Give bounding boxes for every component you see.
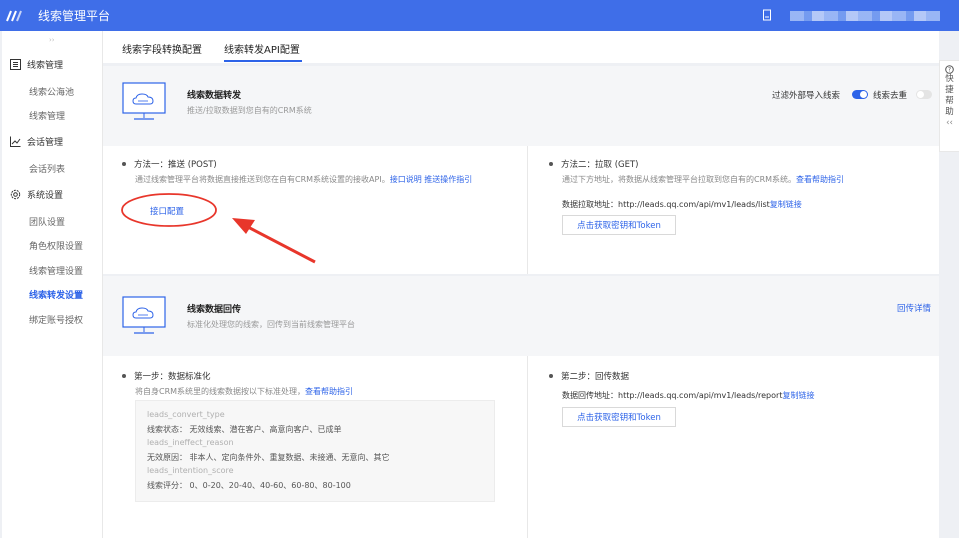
callback-header (103, 276, 939, 356)
nav-item-lead-forward-settings[interactable]: 线索转发设置 (29, 288, 83, 301)
copy-pull-url-link[interactable]: 复制链接 (770, 200, 802, 209)
step2-heading: 第二步：回传数据 (549, 370, 629, 382)
chart-line-icon (10, 136, 21, 147)
nav-item-team-settings[interactable]: 团队设置 (29, 215, 65, 228)
dedupe-toggle[interactable] (916, 90, 932, 99)
filter-import-label: 过滤外部导入线索 (772, 91, 841, 101)
forward-card: 线索数据转发 推送/拉取数据到您自有的CRM系统 过滤外部导入线索 线索去重 方… (103, 66, 939, 274)
nav-group-label: 线索管理 (27, 61, 64, 71)
forward-title: 线索数据转发 (187, 91, 242, 101)
quick-help-rail[interactable]: ? 快 捷 帮 助 ‹‹ (939, 60, 959, 152)
callback-card: 线索数据回传 标准化处理您的线索，回传到当前线索管理平台 回传详情 第一步：数据… (103, 276, 939, 538)
column-divider (527, 356, 528, 538)
report-get-token-button[interactable]: 点击获取密钥和Token (562, 407, 676, 427)
tab-bar: 线索字段转换配置 线索转发API配置 (103, 31, 939, 63)
nav-group-settings[interactable]: 系统设置 (10, 188, 63, 201)
pull-get-token-button[interactable]: 点击获取密钥和Token (562, 215, 676, 235)
copy-report-url-link[interactable]: 复制链接 (782, 391, 814, 400)
sidebar: ›› 线索管理 线索公海池 线索管理 会话管理 会话列表 系统设置 团队设置 角… (2, 31, 103, 538)
api-config-button[interactable]: 接口配置 (150, 205, 184, 217)
help-char: 帮 (945, 96, 954, 106)
app-title: 线索管理平台 (38, 9, 111, 23)
field-value: 线索评分： 0、0-20、20-40、40-60、60-80、80-100 (147, 481, 351, 490)
list-icon (10, 59, 21, 70)
method2-heading: 方法二：拉取 (GET) (549, 158, 638, 170)
nav-group-label: 系统设置 (27, 191, 64, 201)
forward-subtitle: 推送/拉取数据到您自有的CRM系统 (187, 106, 312, 115)
field-key: leads_intention_score (147, 466, 234, 475)
step1-heading: 第一步：数据标准化 (122, 370, 211, 382)
tab-forward-api[interactable]: 线索转发API配置 (224, 41, 300, 56)
cloud-monitor-icon (122, 82, 166, 120)
help-icon: ? (945, 65, 954, 74)
help-char: 快 (945, 74, 954, 84)
report-url-line: 数据回传地址：http://leads.qq.com/api/mv1/leads… (562, 391, 815, 400)
step1-desc: 将自身CRM系统里的线索数据按以下标准处理，查看帮助指引 (135, 387, 354, 396)
field-key: leads_convert_type (147, 410, 225, 419)
step1-help-link[interactable]: 查看帮助指引 (305, 387, 353, 396)
api-doc-link[interactable]: 接口说明 (390, 175, 422, 184)
nav-item-account-binding[interactable]: 绑定账号授权 (29, 313, 83, 326)
svg-text:?: ? (948, 67, 951, 74)
field-key: leads_ineffect_reason (147, 438, 234, 447)
nav-item-lead-settings[interactable]: 线索管理设置 (29, 264, 83, 277)
collapse-rail-icon[interactable]: ‹‹ (946, 118, 953, 129)
standard-fields-box: leads_convert_type 线索状态： 无效线索、潜在客户、高意向客户… (135, 400, 495, 502)
tab-field-conversion[interactable]: 线索字段转换配置 (122, 41, 202, 56)
report-url: http://leads.qq.com/api/mv1/leads/report (618, 391, 783, 400)
collapse-icon[interactable]: ›› (49, 36, 55, 44)
nav-group-label: 会话管理 (27, 138, 64, 148)
nav-group-sessions[interactable]: 会话管理 (10, 135, 63, 148)
field-value: 无效原因： 非本人、定向条件外、重复数据、未接通、无意向、其它 (147, 453, 390, 462)
filter-import-toggle[interactable] (852, 90, 868, 99)
pull-help-link[interactable]: 查看帮助指引 (796, 175, 844, 184)
nav-item-role-permissions[interactable]: 角色权限设置 (29, 239, 83, 252)
main-content: 线索字段转换配置 线索转发API配置 线索数据转发 推送/拉取数据到您自有的CR… (103, 31, 939, 538)
gear-icon (10, 189, 21, 200)
user-info-blurred[interactable] (790, 11, 940, 21)
nav-group-leads[interactable]: 线索管理 (10, 58, 63, 71)
push-guide-link[interactable]: 推送操作指引 (424, 175, 472, 184)
cloud-monitor-icon (122, 296, 166, 334)
nav-item-session-list[interactable]: 会话列表 (29, 162, 65, 175)
pull-url-line: 数据拉取地址：http://leads.qq.com/api/mv1/leads… (562, 200, 802, 209)
callback-title: 线索数据回传 (187, 305, 242, 315)
help-char: 助 (945, 107, 954, 117)
active-tab-indicator (224, 60, 302, 62)
column-divider (527, 146, 528, 274)
dedupe-label: 线索去重 (873, 91, 908, 101)
help-char: 捷 (945, 85, 954, 95)
nav-item-lead-management[interactable]: 线索管理 (29, 109, 65, 122)
method2-desc: 通过下方地址，将数据从线索管理平台拉取到您自有的CRM系统。查看帮助指引 (562, 175, 845, 184)
nav-item-lead-pool[interactable]: 线索公海池 (29, 85, 74, 98)
method1-heading: 方法一：推送 (POST) (122, 158, 217, 170)
pull-url: http://leads.qq.com/api/mv1/leads/list (618, 200, 770, 209)
callback-detail-link[interactable]: 回传详情 (897, 302, 931, 314)
logo-icon (0, 0, 30, 31)
field-value: 线索状态： 无效线索、潜在客户、高意向客户、已成单 (147, 425, 342, 434)
method1-desc: 通过线索管理平台将数据直接推送到您在自有CRM系统设置的接收API。接口说明 推… (135, 175, 473, 184)
callback-subtitle: 标准化处理您的线索，回传到当前线索管理平台 (187, 320, 355, 329)
document-icon[interactable] (762, 9, 772, 21)
